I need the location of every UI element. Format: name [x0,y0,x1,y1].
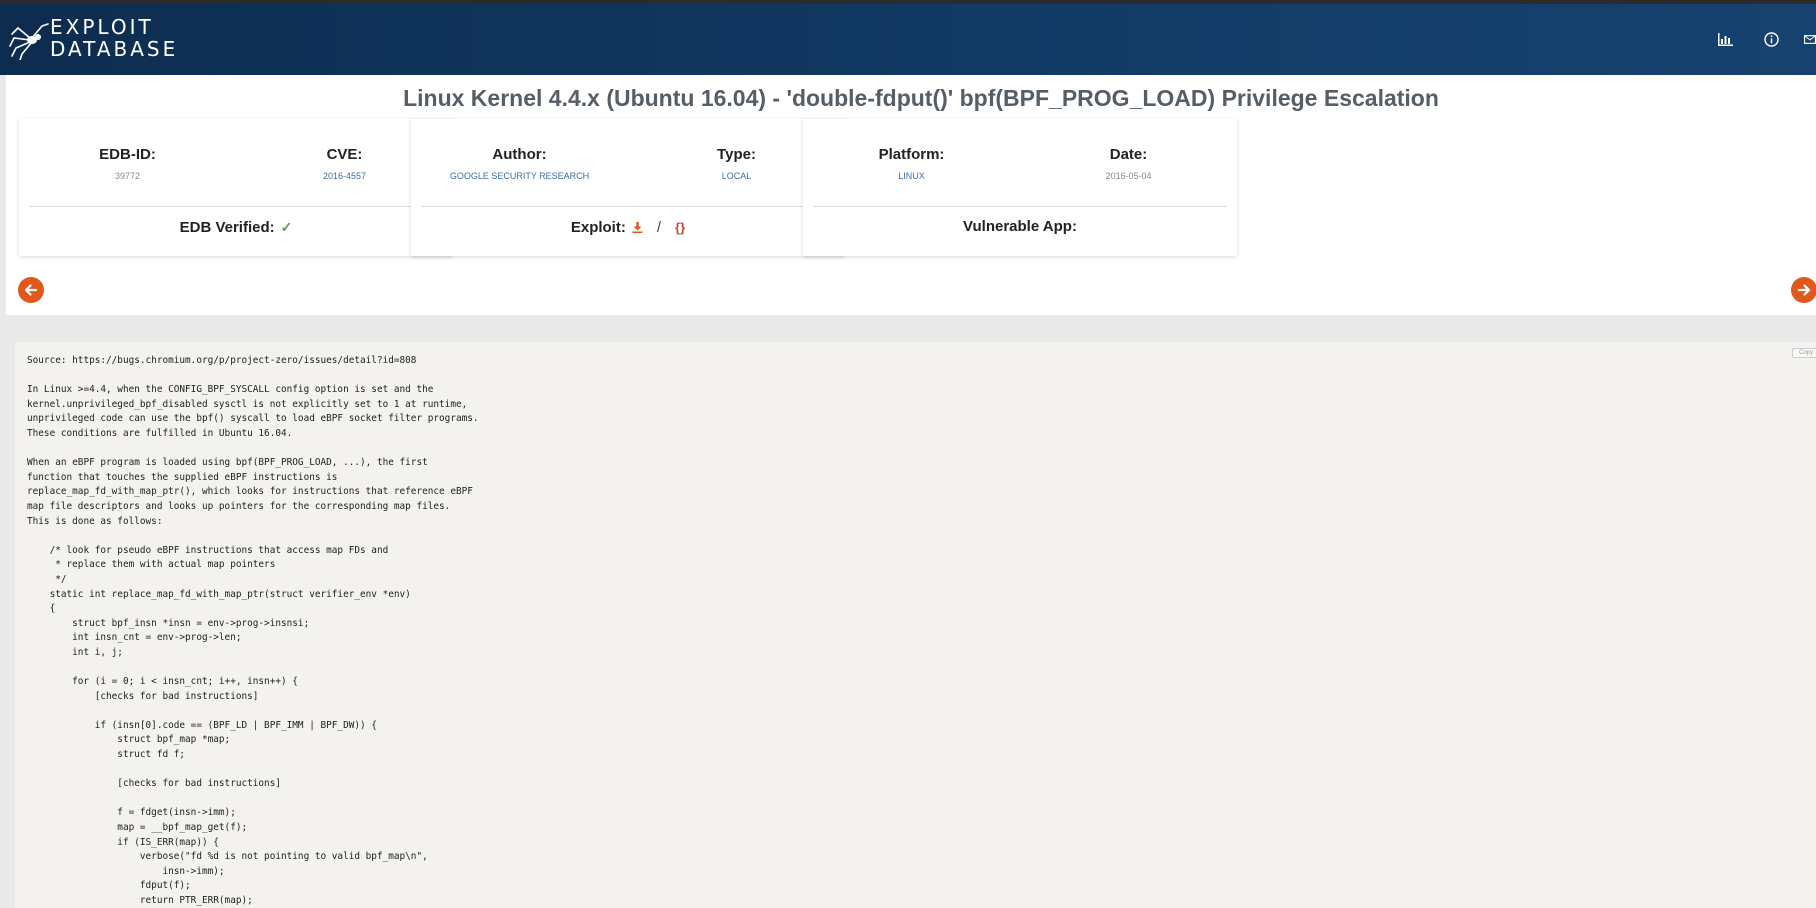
copy-button[interactable]: Copy [1792,348,1816,358]
envelope-icon[interactable] [1804,26,1816,52]
card-author-type: Author: GOOGLE SECURITY RESEARCH Type: L… [411,119,845,256]
exploit-code-block[interactable]: Copy Source: https://bugs.chromium.org/p… [15,342,1816,908]
edb-verified-label: EDB Verified: [179,219,275,236]
arrow-left-icon [24,284,38,296]
author-column: Author: GOOGLE SECURITY RESEARCH [411,146,628,181]
card-divider [29,206,443,207]
exploit-database-logo[interactable]: EXPLOIT DATABASE [8,16,175,62]
vulnerable-app: Vulnerable App: [803,218,1237,235]
download-icon[interactable] [632,220,643,236]
card-divider [421,206,835,207]
card-id-cve: EDB-ID: 39772 CVE: 2016-4557 EDB Verifie… [19,119,453,256]
separator-slash: / [656,219,662,236]
platform-link[interactable]: LINUX [803,171,1020,181]
author-label: Author: [492,146,547,163]
previous-exploit-button[interactable] [18,277,44,303]
date-label: Date: [1109,146,1148,163]
header-icons [1712,26,1816,52]
card-platform-date: Platform: LINUX Date: 2016-05-04 Vulnera… [803,119,1237,256]
author-link[interactable]: GOOGLE SECURITY RESEARCH [411,171,628,181]
site-header: EXPLOIT DATABASE [0,4,1816,75]
exploit-title: Linux Kernel 4.4.x (Ubuntu 16.04) - 'dou… [403,85,1439,111]
spider-logo-icon [9,23,49,60]
next-exploit-button[interactable] [1791,277,1816,303]
arrow-right-icon [1797,284,1811,296]
bar-chart-icon[interactable] [1712,26,1738,52]
exploit-code-text: Source: https://bugs.chromium.org/p/proj… [27,355,479,906]
logo-text: EXPLOIT DATABASE [50,16,178,60]
date-value: 2016-05-04 [1105,171,1152,181]
view-raw-code-icon[interactable]: {} [675,220,685,235]
edb-verified: EDB Verified: ✓ [19,219,453,236]
vulnerable-app-label: Vulnerable App: [963,218,1077,235]
logo-line-exploit: EXPLOIT [50,15,154,39]
platform-label: Platform: [878,146,945,163]
info-icon[interactable] [1758,26,1784,52]
exploit-info-panel: Linux Kernel 4.4.x (Ubuntu 16.04) - 'dou… [6,75,1816,315]
date-column: Date: 2016-05-04 [1020,146,1237,181]
check-icon: ✓ [280,219,293,235]
logo-line-database: DATABASE [50,37,179,61]
card-divider [813,206,1227,207]
exploit-downloads: Exploit: / {} [411,219,845,236]
edb-id-column: EDB-ID: 39772 [19,146,236,181]
edb-id-value: 39772 [114,171,141,181]
edb-id-label: EDB-ID: [99,146,156,163]
exploit-label: Exploit: [570,219,626,236]
platform-column: Platform: LINUX [803,146,1020,181]
